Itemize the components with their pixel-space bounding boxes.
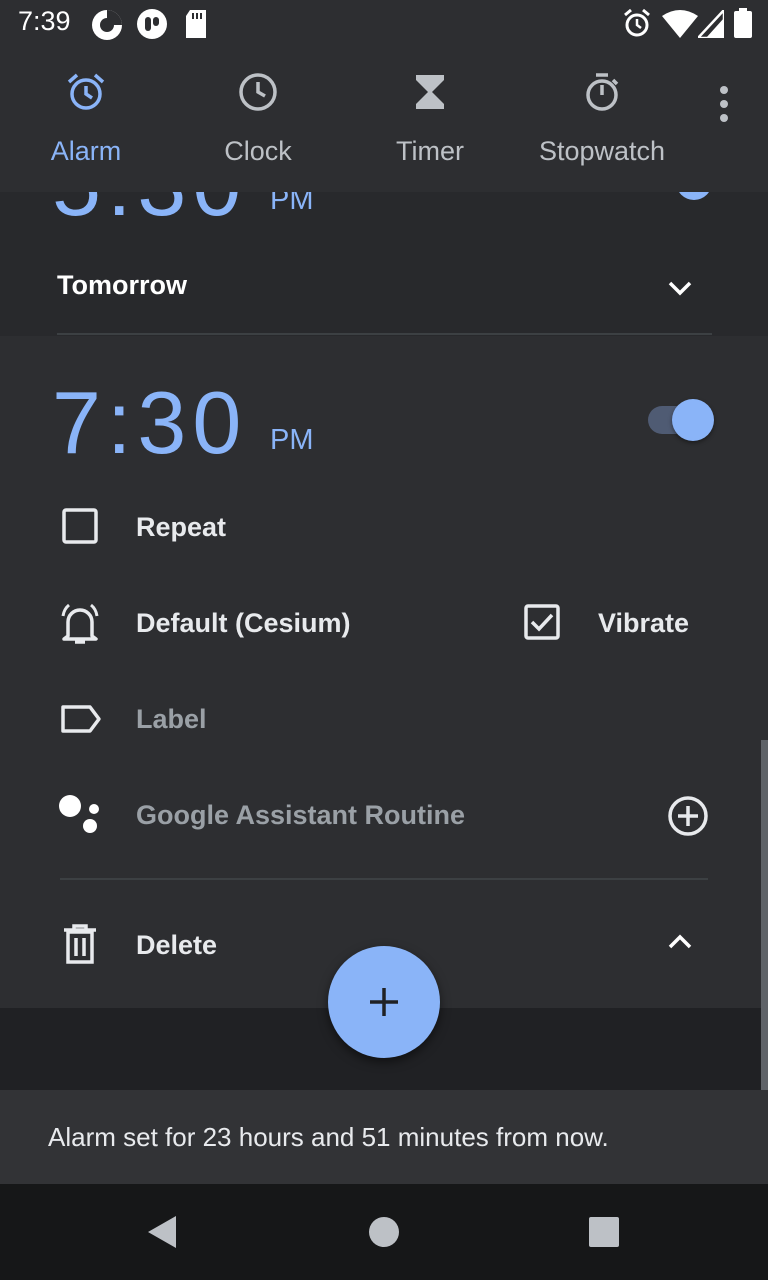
assistant-routine-label[interactable]: Google Assistant Routine	[136, 800, 465, 831]
tab-bar: Alarm Clock Timer Stopwatch	[0, 64, 700, 192]
tab-timer-label: Timer	[396, 136, 464, 166]
sd-card-icon	[186, 10, 206, 38]
tab-alarm[interactable]: Alarm	[0, 64, 172, 192]
alarm-card-2: 7:30 PM Repeat Default (Cesium) Vibrate …	[0, 336, 768, 1008]
alarm-1-ampm: PM	[270, 192, 314, 216]
google-assistant-icon	[59, 795, 99, 833]
add-routine-icon[interactable]	[666, 794, 710, 838]
alarm-2-toggle[interactable]	[672, 399, 714, 441]
repeat-label[interactable]: Repeat	[136, 512, 226, 543]
alarm-icon	[67, 73, 105, 110]
tab-stopwatch[interactable]: Stopwatch	[516, 64, 688, 192]
wifi-icon	[662, 10, 698, 38]
vibrate-label[interactable]: Vibrate	[598, 608, 689, 639]
label-tag-icon[interactable]	[60, 704, 102, 734]
app-notification-icon	[92, 10, 122, 40]
app-notification-icon-2	[137, 9, 167, 39]
hourglass-icon	[416, 75, 444, 109]
battery-icon	[734, 8, 752, 38]
alarm-2-time[interactable]: 7:30	[52, 372, 247, 474]
status-time: 7:39	[18, 6, 71, 36]
tab-alarm-label: Alarm	[50, 136, 122, 166]
ringtone-bell-icon[interactable]	[58, 602, 102, 646]
tab-timer[interactable]: Timer	[344, 64, 516, 192]
alarm-1-toggle[interactable]	[676, 192, 712, 200]
add-alarm-button[interactable]	[328, 946, 440, 1058]
tab-stopwatch-label: Stopwatch	[538, 136, 666, 166]
stopwatch-icon	[586, 73, 619, 111]
label-field[interactable]: Label	[136, 704, 207, 735]
cellular-signal-icon	[698, 10, 724, 38]
expand-chevron-icon[interactable]	[664, 272, 696, 304]
alarm-status-icon	[624, 8, 650, 37]
clock-icon	[239, 73, 277, 111]
ringtone-label[interactable]: Default (Cesium)	[136, 608, 351, 639]
plus-icon	[370, 988, 398, 1016]
repeat-checkbox[interactable]	[62, 508, 98, 544]
scrollbar[interactable]	[761, 740, 768, 1090]
back-icon[interactable]	[146, 1214, 178, 1250]
divider	[57, 333, 712, 335]
collapse-chevron-icon[interactable]	[664, 926, 696, 958]
snackbar-message: Alarm set for 23 hours and 51 minutes fr…	[48, 1122, 609, 1152]
divider	[60, 878, 708, 880]
system-nav-bar	[0, 1184, 768, 1280]
vibrate-checkbox[interactable]	[524, 604, 560, 640]
recents-icon[interactable]	[588, 1216, 620, 1248]
delete-label[interactable]: Delete	[136, 930, 217, 961]
snackbar: Alarm set for 23 hours and 51 minutes fr…	[0, 1090, 768, 1184]
tab-clock-label: Clock	[224, 136, 292, 166]
app-header: 7:39 Alarm Clock Timer Stopwatch	[0, 0, 768, 192]
alarm-card-1[interactable]: 5:30 PM Tomorrow	[0, 192, 768, 336]
alarm-1-day: Tomorrow	[57, 270, 187, 300]
tab-clock[interactable]: Clock	[172, 64, 344, 192]
more-options-icon[interactable]	[706, 84, 742, 128]
alarm-2-ampm: PM	[270, 424, 314, 456]
delete-trash-icon[interactable]	[62, 924, 98, 964]
alarm-1-time[interactable]: 5:30	[52, 192, 247, 236]
home-icon[interactable]	[368, 1216, 400, 1248]
